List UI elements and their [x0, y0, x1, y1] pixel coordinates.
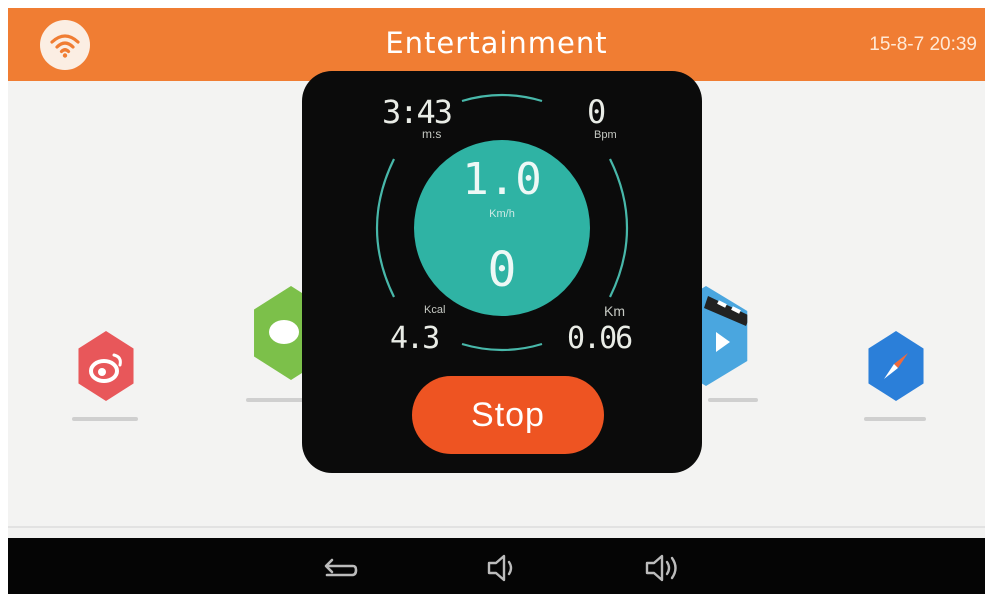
speed-gauge: 1.0 Km/h 0 [414, 140, 590, 316]
count-value: 0 [487, 242, 517, 298]
stop-button[interactable]: Stop [412, 376, 604, 454]
back-icon [324, 558, 358, 577]
speed-unit: Km/h [489, 208, 515, 220]
app-label-wechat [246, 398, 306, 402]
volume-up-button[interactable] [642, 550, 682, 586]
volume-up-icon [645, 554, 677, 582]
workout-panel: 3:43 m:s 0 Bpm 1.0 Km/h 0 Kcal 4.3 Km 0.… [302, 71, 702, 473]
weibo-icon [78, 331, 134, 401]
heart-rate-unit: Bpm [594, 129, 617, 141]
calories-value: 4.3 [390, 321, 440, 356]
compass-icon [868, 331, 924, 401]
calories-unit: Kcal [424, 304, 446, 316]
back-button[interactable] [319, 550, 359, 586]
app-weibo[interactable] [68, 331, 148, 421]
app-label-video [708, 398, 758, 402]
time-unit: m:s [422, 127, 442, 141]
distance-value: 0.06 [567, 321, 633, 356]
app-label-weibo [72, 417, 138, 421]
navigation-bar [8, 538, 985, 594]
volume-down-icon [487, 554, 513, 582]
app-compass[interactable] [858, 331, 938, 421]
page-title: Entertainment [385, 26, 608, 60]
time-value: 3:43 [382, 93, 453, 131]
speed-value: 1.0 [462, 154, 542, 205]
device-screen: Entertainment 15-8-7 20:39 3:43 m:s 0 Bp… [8, 8, 985, 594]
divider [8, 526, 985, 528]
status-datetime: 15-8-7 20:39 [869, 34, 977, 55]
distance-unit: Km [604, 303, 625, 319]
volume-down-button[interactable] [484, 550, 524, 586]
app-label-compass [864, 417, 926, 421]
heart-rate-value: 0 [587, 93, 606, 131]
app-video[interactable] [664, 286, 768, 402]
